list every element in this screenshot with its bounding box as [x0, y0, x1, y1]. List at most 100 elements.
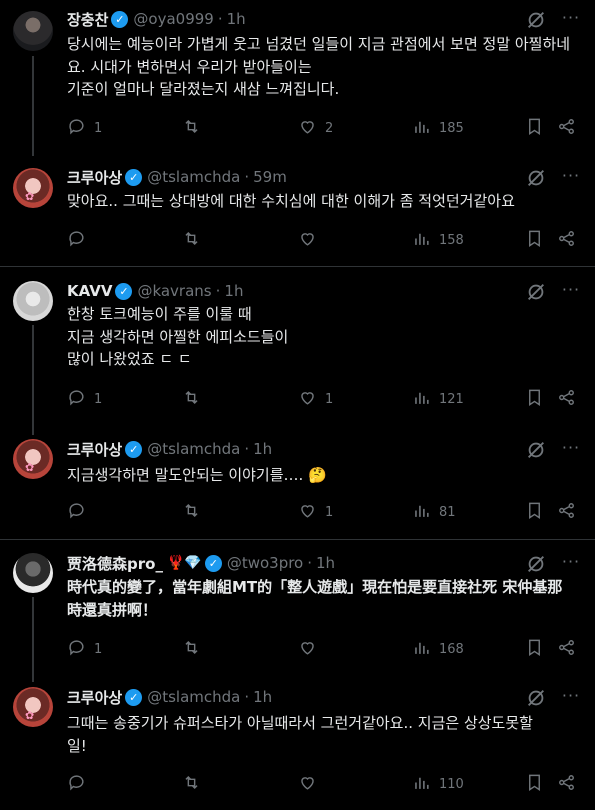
- verified-badge-icon: ✓: [125, 440, 143, 458]
- timestamp[interactable]: 1h: [224, 282, 243, 300]
- timestamp[interactable]: 1h: [253, 688, 272, 706]
- reply-button[interactable]: [67, 230, 94, 250]
- tweet-header: 크루아상 ✓ @tslamchda · 59m: [67, 167, 287, 187]
- like-count: 1: [325, 391, 334, 407]
- author-name[interactable]: 장충찬: [67, 9, 108, 30]
- author-handle[interactable]: @kavrans: [137, 282, 211, 300]
- author-handle[interactable]: @tslamchda: [147, 440, 240, 458]
- tweet[interactable]: ✿ 크루아상 ✓ @tslamchda · 59m ··· 맞아요.. 그때는 …: [0, 155, 595, 265]
- timestamp[interactable]: 59m: [253, 168, 287, 186]
- bookmark-button[interactable]: [525, 502, 544, 522]
- author-name[interactable]: 크루아상: [67, 687, 122, 708]
- reply-button[interactable]: 1: [67, 118, 102, 138]
- avatar[interactable]: [13, 553, 53, 593]
- author-name[interactable]: 크루아상: [67, 439, 122, 460]
- reply-icon: [67, 388, 86, 411]
- tweet[interactable]: ✿ 크루아상 ✓ @tslamchda · 1h ··· 그때는 송중기가 슈퍼…: [0, 676, 595, 810]
- retweet-button[interactable]: [182, 774, 209, 794]
- like-button[interactable]: 1: [298, 389, 333, 409]
- retweet-button[interactable]: [182, 389, 209, 409]
- author-name[interactable]: 贾洛德森pro_: [67, 553, 163, 574]
- more-options-button[interactable]: ···: [560, 9, 582, 29]
- separator: ·: [244, 440, 250, 458]
- author-name[interactable]: 크루아상: [67, 167, 122, 188]
- like-button[interactable]: [298, 639, 325, 659]
- grok-icon[interactable]: [525, 9, 547, 31]
- views-button[interactable]: 168: [412, 639, 464, 659]
- like-button[interactable]: 1: [298, 502, 333, 522]
- author-name[interactable]: KAVV: [67, 282, 112, 300]
- share-button[interactable]: [557, 774, 576, 794]
- grok-icon[interactable]: [525, 167, 547, 189]
- reply-count: 1: [94, 391, 103, 407]
- grok-icon[interactable]: [525, 439, 547, 461]
- grok-icon[interactable]: [525, 687, 547, 709]
- retweet-icon: [182, 773, 201, 796]
- views-button[interactable]: 158: [412, 230, 464, 250]
- tweet-header: 장충찬 ✓ @oya0999 · 1h: [67, 9, 246, 29]
- share-button[interactable]: [557, 502, 576, 522]
- bookmark-button[interactable]: [525, 774, 544, 794]
- views-button[interactable]: 185: [412, 118, 464, 138]
- share-button[interactable]: [557, 230, 576, 250]
- share-button[interactable]: [557, 118, 576, 138]
- tweet-text: 時代真的變了，當年劇組MT的「整人遊戲」現在怕是要直接社死 宋仲基那 時還真拼啊…: [67, 578, 563, 619]
- retweet-button[interactable]: [182, 230, 209, 250]
- retweet-button[interactable]: [182, 118, 209, 138]
- like-button[interactable]: [298, 774, 325, 794]
- like-button[interactable]: [298, 230, 325, 250]
- avatar[interactable]: [13, 11, 53, 51]
- avatar[interactable]: ✿: [13, 687, 53, 727]
- retweet-button[interactable]: [182, 639, 209, 659]
- views-button[interactable]: 110: [412, 774, 464, 794]
- bookmark-icon: [525, 638, 544, 661]
- views-button[interactable]: 121: [412, 389, 464, 409]
- tweet[interactable]: ✿ 크루아상 ✓ @tslamchda · 1h ··· 지금생각하면 말도안되…: [0, 428, 595, 538]
- tweet-text: 맞아요.. 그때는 상대방에 대한 수치심에 대한 이해가 좀 적엇던거같아요: [67, 192, 515, 210]
- retweet-button[interactable]: [182, 502, 209, 522]
- share-button[interactable]: [557, 639, 576, 659]
- avatar[interactable]: [13, 281, 53, 321]
- reply-button[interactable]: [67, 774, 94, 794]
- more-options-button[interactable]: ···: [560, 553, 582, 573]
- author-handle[interactable]: @two3pro: [227, 554, 303, 572]
- reply-button[interactable]: 1: [67, 639, 102, 659]
- share-icon: [557, 388, 576, 411]
- author-handle[interactable]: @tslamchda: [147, 168, 240, 186]
- timestamp[interactable]: 1h: [316, 554, 335, 572]
- tweet[interactable]: 贾洛德森pro_ 🦞💎 ✓ @two3pro · 1h ··· 時代真的變了，當…: [0, 540, 595, 682]
- author-handle[interactable]: @tslamchda: [147, 688, 240, 706]
- more-options-button[interactable]: ···: [560, 687, 582, 707]
- share-button[interactable]: [557, 389, 576, 409]
- reply-icon: [67, 117, 86, 140]
- views-button[interactable]: 81: [412, 502, 456, 522]
- retweet-icon: [182, 117, 201, 140]
- more-options-button[interactable]: ···: [560, 439, 582, 459]
- author-handle[interactable]: @oya0999: [133, 10, 213, 28]
- tweet[interactable]: KAVV ✓ @kavrans · 1h ··· 한창 토크예능이 주를 이룰 …: [0, 267, 595, 435]
- like-button[interactable]: 2: [298, 118, 333, 138]
- tweet[interactable]: 장충찬 ✓ @oya0999 · 1h ··· 당시에는 예능이라 가볍게 웃고…: [0, 0, 595, 156]
- bookmark-button[interactable]: [525, 389, 544, 409]
- separator: ·: [307, 554, 313, 572]
- views-icon: [412, 638, 431, 661]
- retweet-icon: [182, 501, 201, 524]
- bookmark-button[interactable]: [525, 118, 544, 138]
- timestamp[interactable]: 1h: [227, 10, 246, 28]
- reply-button[interactable]: 1: [67, 389, 102, 409]
- tweet-text: 지금생각하면 말도안되는 이야기를…. 🤔: [67, 466, 327, 484]
- bookmark-button[interactable]: [525, 639, 544, 659]
- grok-icon[interactable]: [525, 281, 547, 303]
- grok-icon[interactable]: [525, 553, 547, 575]
- separator: ·: [244, 688, 250, 706]
- avatar[interactable]: ✿: [13, 168, 53, 208]
- reply-button[interactable]: [67, 502, 94, 522]
- more-options-button[interactable]: ···: [560, 167, 582, 187]
- heart-icon: [298, 117, 317, 140]
- verified-badge-icon: ✓: [115, 282, 133, 300]
- bookmark-button[interactable]: [525, 230, 544, 250]
- more-options-button[interactable]: ···: [560, 281, 582, 301]
- timestamp[interactable]: 1h: [253, 440, 272, 458]
- avatar[interactable]: ✿: [13, 439, 53, 479]
- sparkle-icon: ✿: [25, 461, 35, 474]
